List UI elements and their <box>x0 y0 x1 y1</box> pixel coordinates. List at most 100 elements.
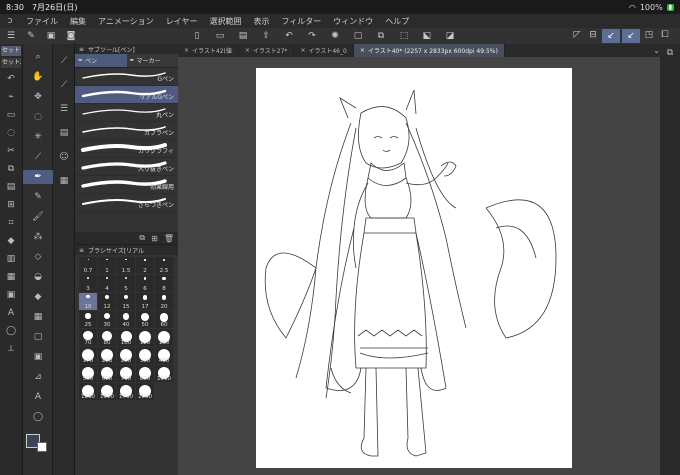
brush-item[interactable]: リアルGペン <box>75 86 178 104</box>
ruler-tool-icon[interactable]: ⟂ <box>0 342 22 356</box>
figure-icon[interactable]: ▢ <box>23 330 53 344</box>
brush-size-cell[interactable]: 50 <box>136 311 154 328</box>
canvas-paper[interactable] <box>256 68 572 468</box>
paste-icon[interactable]: ▤ <box>0 180 22 194</box>
tab-marker[interactable]: ✒ マーカー <box>127 54 179 67</box>
loading-icon[interactable]: ✺ <box>328 30 342 42</box>
scissors-icon[interactable]: ✂ <box>0 144 22 158</box>
brush-item[interactable]: カリグラフィ <box>75 140 178 158</box>
menu-view[interactable]: 表示 <box>247 16 275 27</box>
brush-size-cell[interactable]: 700 <box>117 365 135 382</box>
layer-panel-icon[interactable]: ▤ <box>53 126 75 140</box>
brush-size-cell[interactable]: 20 <box>155 293 173 310</box>
open-folder-icon[interactable]: ▭ <box>213 30 227 42</box>
pen-stabilizer-icon[interactable]: ↙ <box>602 29 620 43</box>
clear-icon[interactable]: ▢ <box>351 30 365 42</box>
app-logo-icon[interactable]: ↄ <box>0 16 20 26</box>
airbrush-icon[interactable]: ⁂ <box>23 230 53 244</box>
invert-selection-icon[interactable]: ⬕ <box>420 30 434 42</box>
brush-item[interactable]: Gペン <box>75 68 178 86</box>
brush-size-cell[interactable]: 150 <box>155 329 173 346</box>
ruler-icon[interactable]: ⊿ <box>23 370 53 384</box>
brush-size-cell[interactable]: 1500 <box>98 383 116 400</box>
gradient-icon[interactable]: ▥ <box>0 252 22 266</box>
frame-icon[interactable]: ⊞ <box>0 198 22 212</box>
brush-item[interactable]: ざらつきペン <box>75 194 178 212</box>
sub-color-swatch[interactable] <box>37 442 47 452</box>
brush-size-cell[interactable]: 30 <box>98 311 116 328</box>
lasso-icon[interactable]: ◌ <box>0 126 22 140</box>
brush-size-cell[interactable]: 100 <box>117 329 135 346</box>
brush-size-cell[interactable]: 4 <box>98 275 116 292</box>
brush-size-cell[interactable]: 800 <box>136 365 154 382</box>
pen-tool-icon[interactable]: ✒ <box>23 170 53 184</box>
camera-icon[interactable]: ◙ <box>64 30 78 42</box>
ruler-icon[interactable]: ◸ <box>570 29 584 41</box>
save-icon[interactable]: ▤ <box>236 30 250 42</box>
brush-size-cell[interactable]: 170 <box>79 347 97 364</box>
brush-item[interactable]: 丸ペン <box>75 104 178 122</box>
brush-size-cell[interactable]: 12 <box>98 293 116 310</box>
brush-size-cell[interactable]: 1200 <box>79 383 97 400</box>
crop-icon[interactable]: ⌗ <box>0 216 22 230</box>
undo-icon[interactable]: ↶ <box>0 72 22 86</box>
brush-swap-icon[interactable]: ⌁ <box>0 90 22 104</box>
brush-size-cell[interactable]: 70 <box>79 329 97 346</box>
menu-window[interactable]: ウィンドウ <box>327 16 379 27</box>
balloon-tool-icon[interactable]: ◯ <box>23 410 53 424</box>
eraser-icon[interactable]: ◇ <box>23 250 53 264</box>
close-icon[interactable]: × <box>300 47 305 54</box>
brush-size-cell[interactable]: 400 <box>155 347 173 364</box>
snap-icon[interactable]: ⊟ <box>586 29 600 41</box>
add-icon[interactable]: ⊞ <box>151 234 158 243</box>
menu-layer[interactable]: レイヤー <box>160 16 204 27</box>
subtool-panel-icon[interactable]: ⟋ <box>53 54 75 68</box>
shape-icon[interactable]: ◳ <box>642 29 656 41</box>
vector-pen-icon[interactable]: ↙ <box>622 29 640 43</box>
set-1-button[interactable]: セット1 <box>1 46 21 56</box>
frame-border-icon[interactable]: ▣ <box>23 350 53 364</box>
brush-size-cell[interactable]: 500 <box>79 365 97 382</box>
brush-item[interactable]: 効果線用 <box>75 176 178 194</box>
brush-size-cell[interactable]: 40 <box>117 311 135 328</box>
menu-icon[interactable]: ≡ <box>79 247 84 254</box>
brush-size-cell[interactable]: 2.5 <box>155 257 173 274</box>
brush-size-cell[interactable]: 8 <box>155 275 173 292</box>
brush-size-cell[interactable]: 600 <box>98 365 116 382</box>
brush-size-cell[interactable]: 5 <box>117 275 135 292</box>
redo-icon[interactable]: ↷ <box>305 30 319 42</box>
new-file-icon[interactable]: ▯ <box>190 30 204 42</box>
brush-size-cell[interactable]: 120 <box>136 329 154 346</box>
fill-icon[interactable]: ◆ <box>23 290 53 304</box>
brush-size-cell[interactable]: 200 <box>98 347 116 364</box>
tool-property-icon[interactable]: ⟋ <box>53 78 75 92</box>
trash-icon[interactable]: 🗑 <box>164 234 174 243</box>
copy-icon[interactable]: ⧠ <box>658 29 672 41</box>
magic-wand-icon[interactable]: ✳ <box>23 130 53 144</box>
blend-icon[interactable]: ◒ <box>23 270 53 284</box>
brush-item[interactable]: 入り抜きペン <box>75 158 178 176</box>
gradient-tool-icon[interactable]: ▦ <box>23 310 53 324</box>
brush-icon[interactable]: 🖌 <box>23 210 53 224</box>
fill-icon[interactable]: ◪ <box>443 30 457 42</box>
brush-size-cell[interactable]: 0.7 <box>79 257 97 274</box>
select-icon[interactable]: ◌ <box>23 110 53 124</box>
brush-size-cell[interactable]: 6 <box>136 275 154 292</box>
brush-size-panel-icon[interactable]: ☰ <box>53 102 75 116</box>
eraser-square-icon[interactable]: ▭ <box>0 108 22 122</box>
text-icon[interactable]: A <box>0 306 22 320</box>
undo-icon[interactable]: ↶ <box>282 30 296 42</box>
export-icon[interactable]: ⇪ <box>259 30 273 42</box>
brush-size-cell[interactable]: 17 <box>136 293 154 310</box>
frame2-icon[interactable]: ▣ <box>0 288 22 302</box>
menu-filter[interactable]: フィルター <box>275 16 327 27</box>
pencil-icon[interactable]: ✎ <box>23 190 53 204</box>
brush-size-cell[interactable]: 15 <box>117 293 135 310</box>
brush-size-cell[interactable]: 2000 <box>136 383 154 400</box>
brush-size-cell[interactable]: 1700 <box>117 383 135 400</box>
move-icon[interactable]: ✥ <box>23 90 53 104</box>
menu-selection[interactable]: 選択範囲 <box>203 16 247 27</box>
menu-animation[interactable]: アニメーション <box>92 16 160 27</box>
navigator-icon[interactable]: ▦ <box>53 174 75 188</box>
document-tab[interactable]: × イラスト46_0 <box>294 44 354 57</box>
